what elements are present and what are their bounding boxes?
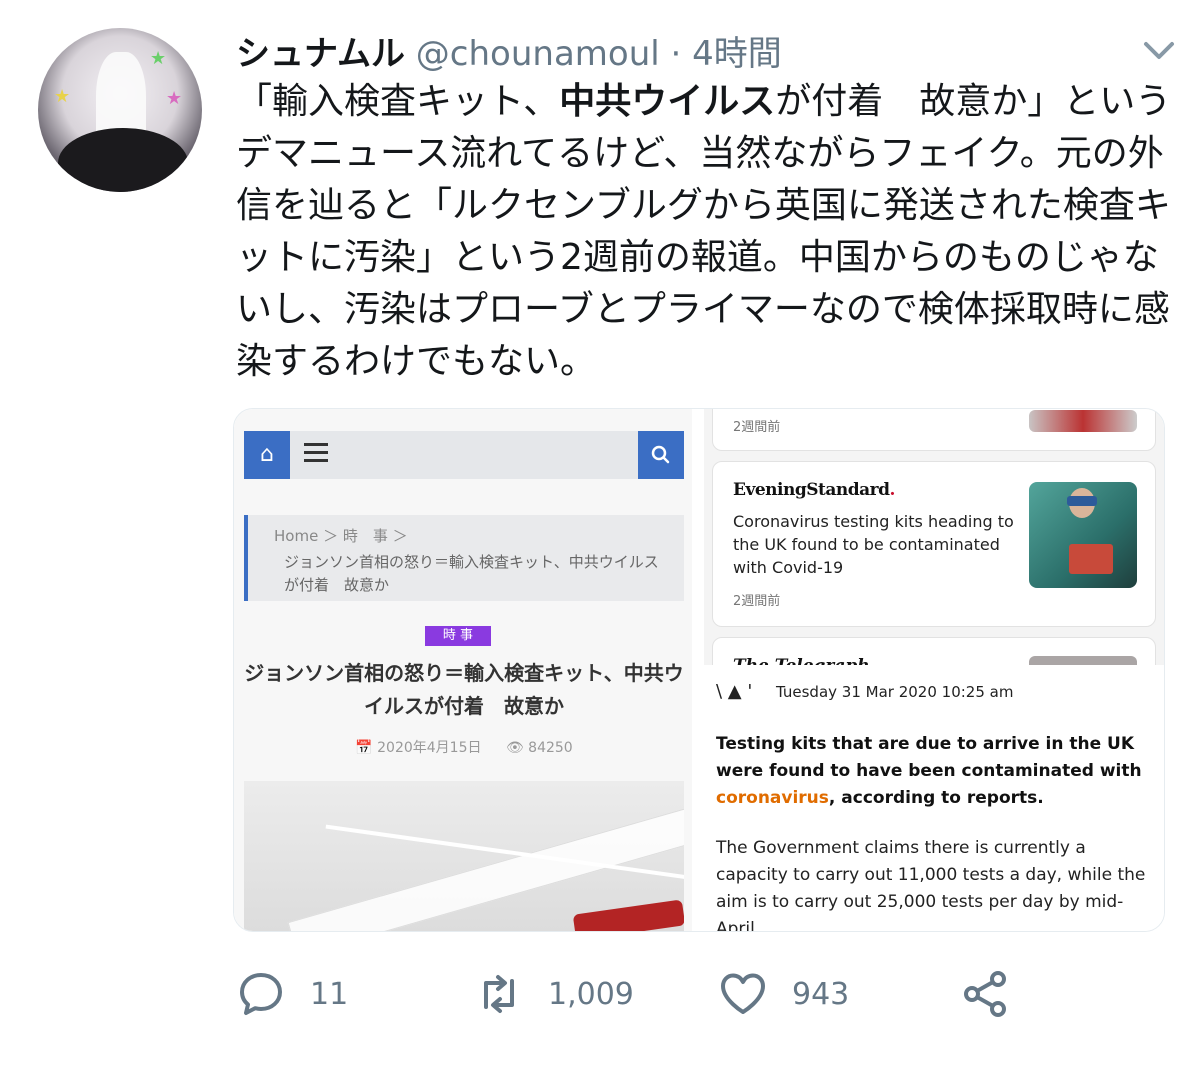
chevron-down-icon[interactable] bbox=[1142, 36, 1176, 66]
reply-count: 11 bbox=[310, 976, 349, 1012]
retweet-icon bbox=[484, 975, 514, 1013]
tweet-header: シュナムル @chounamoul · 4時間 bbox=[236, 26, 782, 75]
evening-standard-logo: EveningStandard. bbox=[733, 480, 895, 500]
news-card-next: The Telegraph bbox=[712, 637, 1156, 665]
article-body: The Government claims there is currently… bbox=[716, 838, 1146, 932]
media-image-right-top[interactable]: 2週間前 EveningStandard. Coronavirus testin… bbox=[704, 409, 1164, 665]
tweet-text-bold: 中共ウイルス bbox=[559, 81, 776, 122]
user-handle[interactable]: @chounamoul bbox=[416, 34, 660, 74]
tweet-text: 「輸入検査キット、中共ウイルスが付着 故意か」というデマニュース流れてるけど、当… bbox=[236, 76, 1176, 388]
media-grid[interactable]: ⌂ Home ＞ 時 事 ＞ ジョンソン首相の怒り＝輸入検査キット、中共ウイルス… bbox=[233, 408, 1165, 932]
publication-logo: \ ▲ ' bbox=[716, 681, 753, 702]
article-photo bbox=[244, 781, 684, 931]
tweet-actions: 11 1,009 943 bbox=[236, 966, 1036, 1026]
breadcrumb: Home ＞ 時 事 ＞ ジョンソン首相の怒り＝輸入検査キット、中共ウイルスが付… bbox=[244, 515, 684, 601]
star-icon: ★ bbox=[150, 48, 167, 69]
like-count: 943 bbox=[792, 976, 850, 1012]
news-card-ago: 2週間前 bbox=[733, 594, 781, 609]
article-date: 📅 2020年4月15日 bbox=[355, 740, 482, 756]
breadcrumb-path: Home ＞ 時 事 ＞ bbox=[274, 527, 408, 545]
share-button[interactable] bbox=[960, 966, 1010, 1022]
tweet-text-part2: が付着 故意か」というデマニュース流れてるけど、当然ながらフェイク。元の外信を辿… bbox=[236, 81, 1172, 382]
tube-cap bbox=[572, 899, 684, 931]
news-card-thumbnail bbox=[1029, 410, 1137, 432]
timestamp[interactable]: 4時間 bbox=[692, 34, 782, 74]
star-icon: ★ bbox=[54, 86, 71, 107]
home-icon: ⌂ bbox=[244, 431, 290, 479]
like-icon bbox=[721, 973, 765, 1014]
category-tag: 時 事 bbox=[425, 626, 491, 646]
article-timestamp: Tuesday 31 Mar 2020 10:25 am bbox=[776, 683, 1014, 701]
star-icon: ★ bbox=[166, 88, 183, 109]
like-button[interactable]: 943 bbox=[718, 966, 849, 1022]
avatar[interactable]: ★ ★ ★ bbox=[38, 28, 202, 192]
news-card-thumbnail bbox=[1029, 482, 1137, 588]
share-icon bbox=[964, 971, 1006, 1017]
reply-icon bbox=[240, 973, 282, 1015]
article-views: 👁 84250 bbox=[505, 740, 573, 756]
article-meta: 📅 2020年4月15日 👁 84250 bbox=[244, 737, 684, 757]
display-name[interactable]: シュナムル bbox=[236, 34, 405, 74]
news-card: EveningStandard. Coronavirus testing kit… bbox=[712, 461, 1156, 627]
news-card-ago: 2週間前 bbox=[733, 420, 781, 435]
site-navbar: ⌂ bbox=[244, 431, 684, 479]
article-lead: Testing kits that are due to arrive in t… bbox=[716, 734, 1142, 808]
news-headline: Coronavirus testing kits heading to the … bbox=[733, 512, 1014, 577]
search-icon bbox=[638, 431, 684, 479]
menu-icon bbox=[304, 443, 328, 467]
tweet-text-part1: 「輸入検査キット、 bbox=[236, 81, 560, 122]
news-card-previous: 2週間前 bbox=[712, 409, 1156, 451]
news-card-thumbnail bbox=[1029, 656, 1137, 665]
media-image-left[interactable]: ⌂ Home ＞ 時 事 ＞ ジョンソン首相の怒り＝輸入検査キット、中共ウイルス… bbox=[234, 409, 692, 931]
coronavirus-link: coronavirus bbox=[716, 788, 829, 808]
avatar-shadow bbox=[58, 128, 188, 192]
separator: · bbox=[670, 34, 682, 74]
retweet-button[interactable]: 1,009 bbox=[474, 966, 634, 1022]
retweet-count: 1,009 bbox=[548, 976, 634, 1012]
media-image-right-bottom[interactable]: \ ▲ ' Tuesday 31 Mar 2020 10:25 am Testi… bbox=[704, 675, 1164, 932]
reply-button[interactable]: 11 bbox=[236, 966, 348, 1022]
breadcrumb-current: ジョンソン首相の怒り＝輸入検査キット、中共ウイルスが付着 故意か bbox=[284, 553, 659, 594]
article-title: ジョンソン首相の怒り＝輸入検査キット、中共ウイルスが付着 故意か bbox=[244, 661, 684, 718]
telegraph-logo: The Telegraph bbox=[733, 656, 870, 665]
